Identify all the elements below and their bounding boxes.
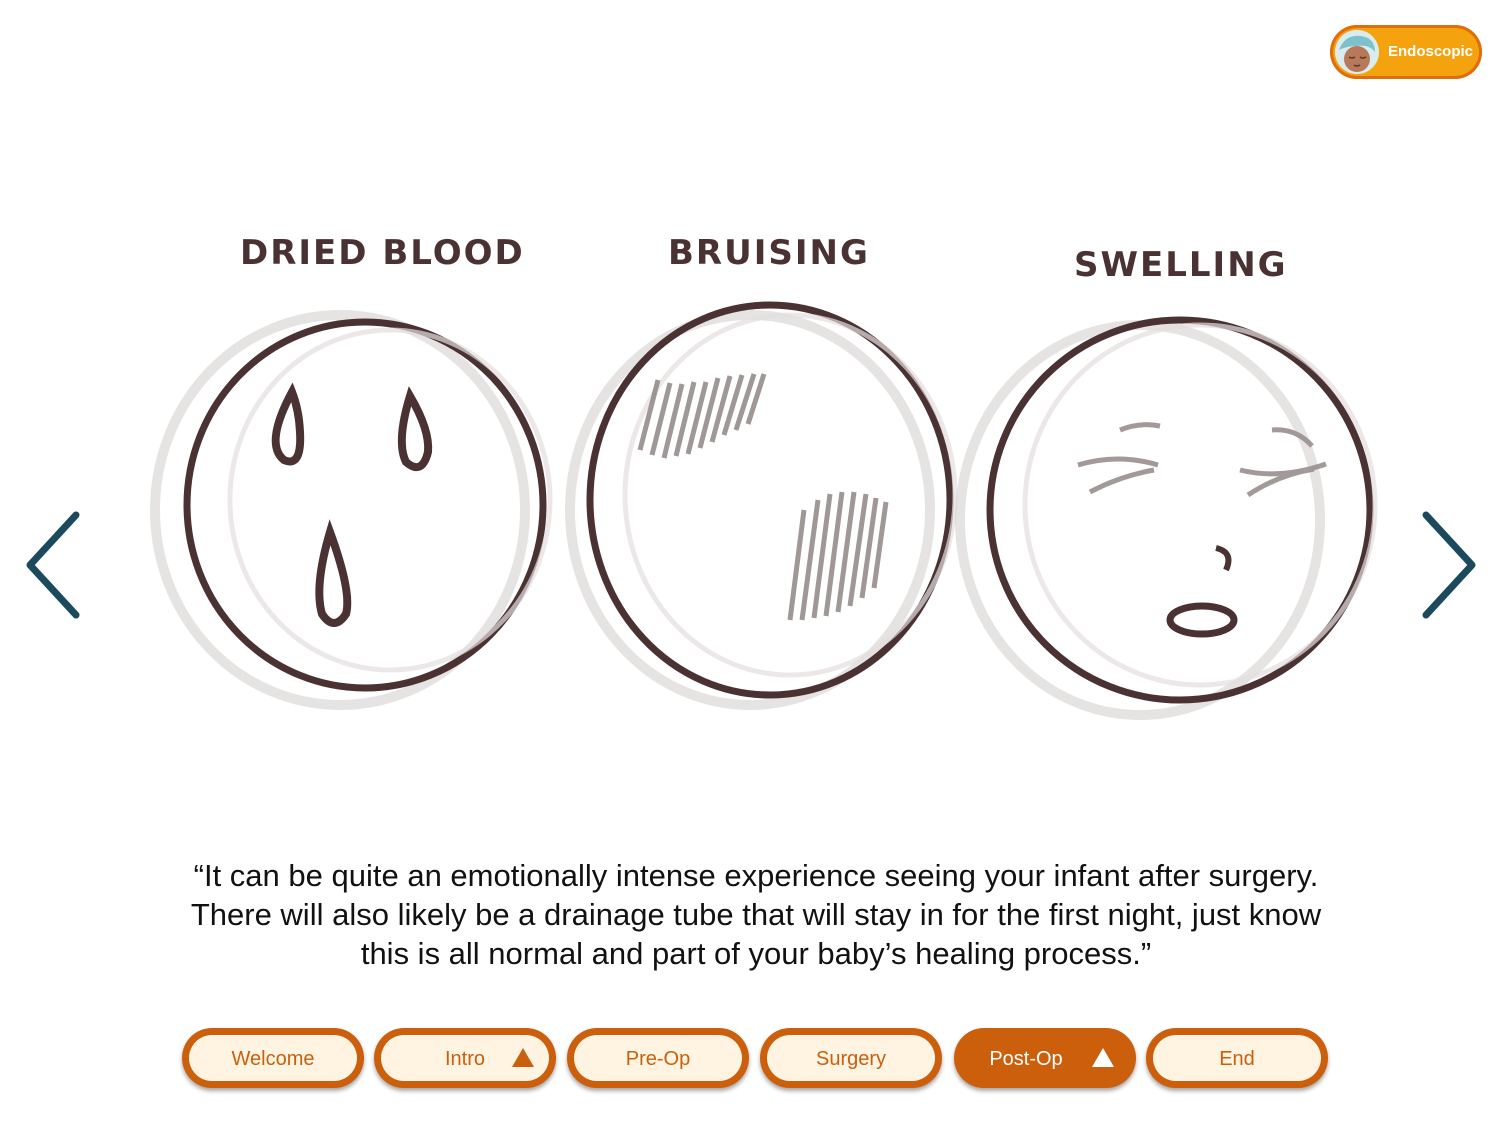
caption-quote: “It can be quite an emotionally intense … — [100, 856, 1412, 973]
face-bruising — [565, 301, 958, 710]
tab-label: Post-Op — [989, 1048, 1063, 1070]
tab-post-op[interactable]: Post-Op — [954, 1028, 1136, 1088]
tab-label: Welcome — [231, 1048, 315, 1070]
swollen-mouth — [1166, 602, 1238, 638]
section-tabs: Welcome Intro Pre-Op Surgery Post-Op End — [182, 1028, 1332, 1092]
face-swelling — [955, 316, 1378, 720]
swollen-nose — [1215, 545, 1232, 572]
tab-end[interactable]: End — [1146, 1028, 1328, 1088]
caption-line: “It can be quite an emotionally intense … — [193, 858, 1319, 893]
chevron-right-icon — [1422, 511, 1476, 619]
baby-avatar — [1335, 30, 1379, 74]
label-bruising: BRUISING — [668, 233, 870, 273]
label-swelling: SWELLING — [1074, 245, 1288, 285]
bruise-lower-right — [787, 491, 889, 621]
bruise-upper-left — [637, 373, 767, 459]
healing-illustration: DRIED BLOOD BRUISING SWELLING — [0, 180, 1512, 760]
caption-line: this is all normal and part of your baby… — [360, 936, 1152, 971]
swollen-eye-left — [1077, 456, 1159, 495]
face-dried-blood — [150, 310, 553, 710]
tab-welcome[interactable]: Welcome — [182, 1028, 364, 1088]
next-button[interactable] — [1414, 505, 1484, 625]
blood-drop-bottom — [315, 519, 352, 627]
chevron-left-icon — [26, 511, 80, 619]
triangle-up-icon — [1092, 1048, 1114, 1067]
mode-badge[interactable]: Endoscopic — [1330, 25, 1482, 79]
tab-label: Pre-Op — [625, 1048, 691, 1070]
tab-surgery[interactable]: Surgery — [760, 1028, 942, 1088]
tab-intro[interactable]: Intro — [374, 1028, 556, 1088]
caption-line: There will also likely be a drainage tub… — [190, 897, 1322, 932]
triangle-up-icon — [512, 1048, 534, 1067]
tab-label: Surgery — [815, 1048, 887, 1070]
label-dried-blood: DRIED BLOOD — [240, 233, 525, 273]
tab-pre-op[interactable]: Pre-Op — [567, 1028, 749, 1088]
blood-drop-right — [397, 386, 433, 472]
previous-button[interactable] — [18, 505, 88, 625]
badge-label: Endoscopic — [1388, 43, 1474, 60]
blood-drop-left — [271, 382, 305, 466]
tab-label: End — [1219, 1048, 1255, 1070]
